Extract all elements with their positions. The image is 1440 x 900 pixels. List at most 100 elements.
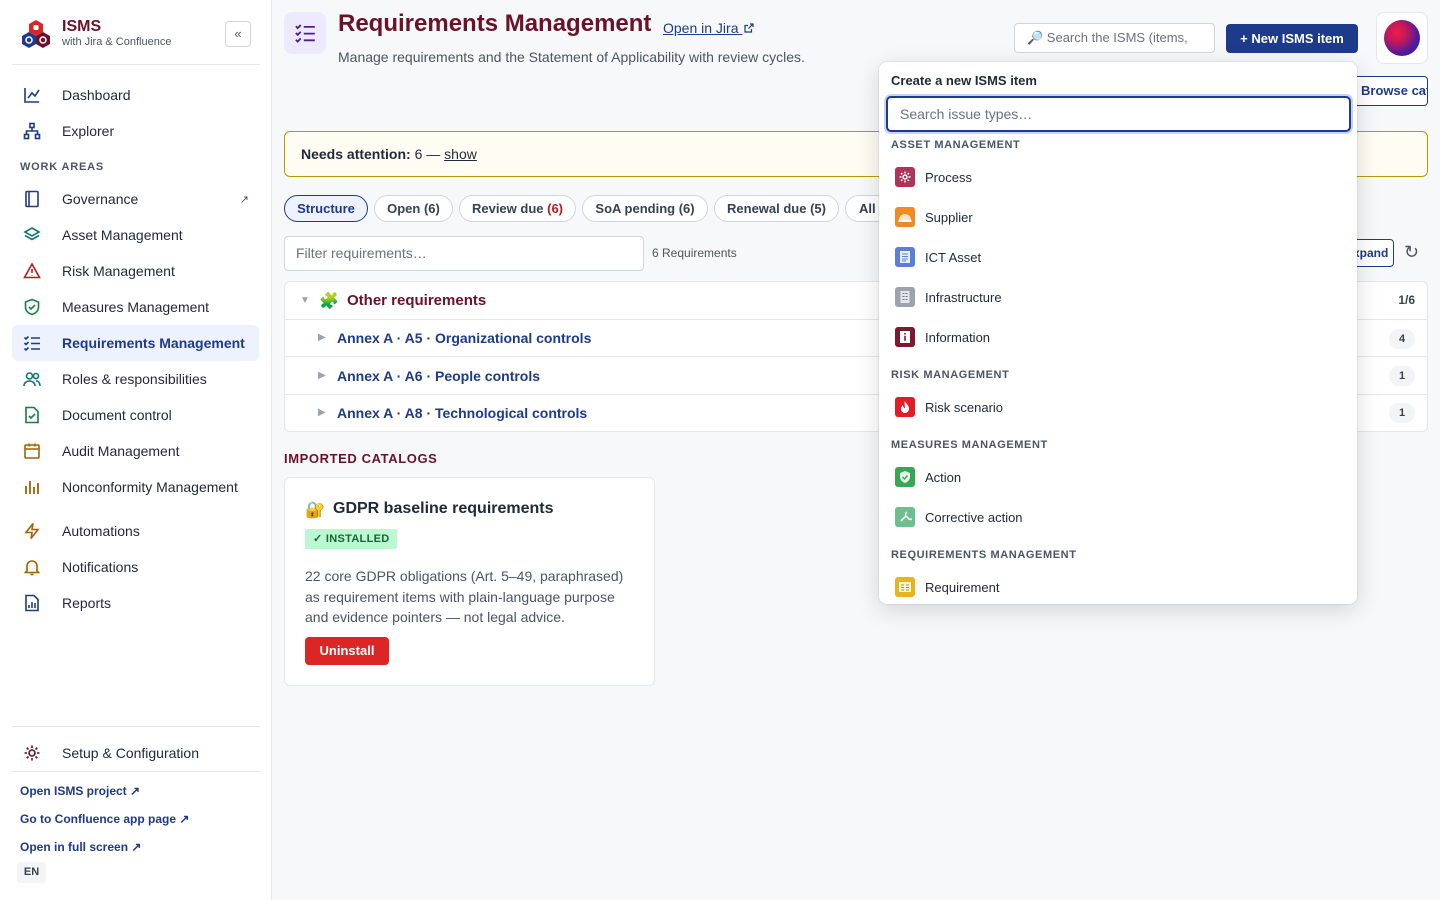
nav-measures-management[interactable]: Measures Management [12, 289, 259, 325]
item-supplier[interactable]: Supplier [879, 199, 1357, 235]
tree-row-label[interactable]: Annex A · A5 · Organizational controls [337, 330, 591, 346]
new-isms-item-button[interactable]: + New ISMS item [1226, 24, 1358, 53]
item-risk-scenario[interactable]: Risk scenario [879, 389, 1357, 425]
brand-subtitle: with Jira & Confluence [62, 36, 172, 48]
item-ict-asset[interactable]: ICT Asset [879, 239, 1357, 275]
item-label: Corrective action [925, 509, 1023, 525]
tab-label: Structure [297, 201, 355, 216]
tree-row-count: 1 [1389, 366, 1415, 386]
create-item-dropdown: Create a new ISMS item Search issue type… [879, 62, 1357, 604]
bell-icon [22, 557, 42, 577]
avatar [1384, 20, 1420, 56]
tab-label: Review due [471, 201, 544, 216]
language-badge[interactable]: EN [17, 862, 46, 883]
dropdown-title: Create a new ISMS item [891, 73, 1037, 88]
item-process[interactable]: Process [879, 159, 1357, 195]
tab-structure[interactable]: Structure [284, 195, 368, 222]
tab-soa-pending[interactable]: SoA pending (6) [582, 195, 708, 222]
group-asset-management: ASSET MANAGEMENT [891, 139, 1021, 151]
nav-reports[interactable]: Reports [12, 585, 259, 621]
tree-group-label: Other requirements [347, 292, 487, 309]
nav-automations[interactable]: Automations [12, 513, 259, 549]
item-action[interactable]: Action [879, 459, 1357, 495]
nav-label: Audit Management [62, 443, 180, 459]
nav-explorer[interactable]: Explorer [12, 113, 259, 149]
caret-down-icon[interactable]: ▼ [300, 295, 310, 306]
filter-requirements-input[interactable]: Filter requirements… [284, 236, 644, 271]
requirements-count: 6 Requirements [652, 246, 737, 260]
full-screen-link[interactable]: Open in full screen ↗ [20, 840, 141, 854]
item-corrective-action[interactable]: Corrective action [879, 499, 1357, 535]
refresh-icon[interactable]: ↻ [1404, 242, 1419, 263]
open-isms-project-link[interactable]: Open ISMS project ↗ [20, 784, 140, 798]
nav-governance[interactable]: Governance ↗ [12, 181, 259, 217]
nav-risk-management[interactable]: Risk Management [12, 253, 259, 289]
tab-label: SoA pending (6) [595, 201, 695, 216]
risk-scenario-icon [895, 397, 915, 417]
caret-right-icon[interactable]: ▶ [318, 407, 326, 418]
users-icon [22, 369, 42, 389]
hierarchy-icon [22, 121, 42, 141]
nav-nonconformity-management[interactable]: Nonconformity Management [12, 469, 259, 505]
tree-row-label[interactable]: Annex A · A6 · People controls [337, 368, 540, 384]
collapse-sidebar-button[interactable]: « [225, 21, 251, 47]
imported-catalogs-heading: IMPORTED CATALOGS [284, 451, 438, 466]
nav-notifications[interactable]: Notifications [12, 549, 259, 585]
nav-roles-responsibilities[interactable]: Roles & responsibilities [12, 361, 259, 397]
brand-name: ISMS [62, 18, 102, 35]
layers-icon [22, 225, 42, 245]
open-in-jira-link[interactable]: Open in Jira [663, 20, 754, 36]
caret-right-icon[interactable]: ▶ [318, 370, 326, 381]
page-title: Requirements Management [338, 10, 652, 37]
action-icon [895, 467, 915, 487]
nav-label: Measures Management [62, 299, 210, 315]
item-label: ICT Asset [925, 249, 982, 265]
tree-row-label[interactable]: Annex A · A8 · Technological controls [337, 405, 587, 421]
checklist-icon [22, 333, 42, 353]
book-icon [22, 189, 42, 209]
tree-group-ratio: 1/6 [1398, 293, 1415, 307]
tab-label: Open (6) [387, 201, 440, 216]
item-label: Process [925, 169, 972, 185]
item-label: Supplier [925, 209, 973, 225]
divider [12, 726, 260, 727]
tab-review-due[interactable]: Review due (6) [459, 195, 576, 222]
tab-open[interactable]: Open (6) [374, 195, 453, 222]
tab-label: All [859, 201, 876, 216]
report-icon [22, 593, 42, 613]
installed-badge: ✓ INSTALLED [305, 529, 398, 549]
item-information[interactable]: Information [879, 319, 1357, 355]
caret-right-icon[interactable]: ▶ [318, 332, 326, 343]
tab-renewal-due[interactable]: Renewal due (5) [714, 195, 839, 222]
brand: ISMS with Jira & Confluence [20, 16, 252, 64]
confluence-app-page-link[interactable]: Go to Confluence app page ↗ [20, 812, 189, 826]
nav-requirements-management[interactable]: Requirements Management [12, 325, 259, 361]
work-areas-heading: WORK AREAS [20, 161, 104, 173]
nav-document-control[interactable]: Document control [12, 397, 259, 433]
nav-label: Asset Management [62, 227, 183, 243]
nav-asset-management[interactable]: Asset Management [12, 217, 259, 253]
supplier-icon [895, 207, 915, 227]
nav-setup-configuration[interactable]: Setup & Configuration [12, 735, 259, 771]
item-infrastructure[interactable]: Infrastructure [879, 279, 1357, 315]
nav-label: Requirements Management [62, 335, 245, 351]
process-icon [895, 167, 915, 187]
isms-logo-icon [22, 20, 50, 48]
uninstall-button[interactable]: Uninstall [305, 637, 389, 665]
catalog-description: 22 core GDPR obligations (Art. 5–49, par… [305, 568, 624, 625]
nav-label: Risk Management [62, 263, 175, 279]
tab-count: (6) [547, 201, 564, 216]
nav-audit-management[interactable]: Audit Management [12, 433, 259, 469]
item-requirement[interactable]: Requirement [879, 569, 1357, 604]
attention-show-link[interactable]: show [444, 146, 477, 162]
nav-label: Notifications [62, 559, 139, 575]
gear-icon [22, 743, 42, 763]
issue-type-search-input[interactable]: Search issue types… [886, 96, 1351, 132]
nav-dashboard[interactable]: Dashboard [12, 77, 259, 113]
ict-asset-icon [895, 247, 915, 267]
nav-label: Reports [62, 595, 112, 611]
item-label: Action [925, 469, 962, 485]
global-search-input[interactable]: 🔎 Search the ISMS (items, [1014, 23, 1215, 53]
user-menu[interactable] [1376, 12, 1428, 64]
nav-label: Explorer [62, 123, 115, 139]
